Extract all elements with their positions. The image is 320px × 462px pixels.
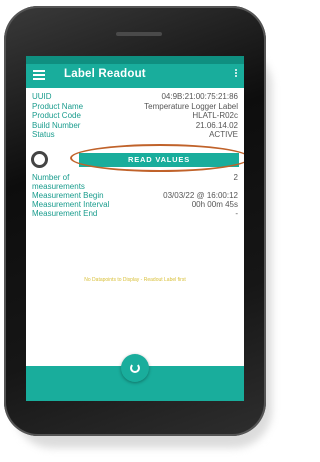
info-row-build-number: Build Number 21.06.14.02 [32, 121, 238, 131]
info-row-status: Status ACTIVE [32, 130, 238, 140]
device-info-list: UUID 04:9B:21:00:75:21:86 Product Name T… [32, 92, 238, 140]
phone-speaker [116, 32, 162, 36]
read-values-button[interactable]: READ VALUES [79, 153, 239, 167]
app-bar: Label Readout [26, 64, 244, 88]
refresh-icon [130, 363, 140, 373]
info-label: Status [32, 130, 55, 139]
hamburger-menu-icon[interactable] [33, 70, 45, 80]
info-row-product-code: Product Code HLATL-R02c [32, 111, 238, 121]
info-label: Product Name [32, 101, 84, 111]
stat-value: 2 [233, 173, 238, 182]
stat-label: Number of [32, 173, 70, 182]
status-value: ACTIVE [209, 130, 238, 139]
page-title: Label Readout [64, 68, 146, 80]
stat-row-interval: Measurement Interval 00h 00m 45s [32, 200, 238, 209]
info-value: 04:9B:21:00:75:21:86 [161, 92, 238, 101]
info-row-uuid: UUID 04:9B:21:00:75:21:86 [32, 92, 238, 102]
refresh-fab-button[interactable] [121, 354, 149, 382]
stat-label: Measurement Interval [32, 200, 110, 209]
stat-value: 03/03/22 @ 16:00:12 [163, 191, 238, 200]
info-label: Build Number [32, 120, 81, 130]
ring-toggle-icon[interactable] [31, 151, 48, 168]
stat-label: Measurement End [32, 209, 98, 218]
info-value: HLATL-R02c [192, 111, 238, 120]
stat-value: - [235, 209, 238, 218]
stat-row-count-line1: Number of 2 [32, 173, 238, 182]
status-bar [26, 56, 244, 64]
stat-row-end: Measurement End - [32, 209, 238, 218]
stat-label: Measurement Begin [32, 191, 104, 200]
empty-state-message: No Datapoints to Display - Readout Label… [84, 277, 186, 283]
info-value: Temperature Logger Label [144, 101, 238, 111]
stat-label: measurements [32, 182, 85, 191]
measurement-stats: Number of 2 measurements Measurement Beg… [32, 173, 238, 218]
stat-row-count-line2: measurements [32, 182, 238, 191]
info-row-product-name: Product Name Temperature Logger Label [32, 102, 238, 112]
info-label: Product Code [32, 111, 81, 120]
info-label: UUID [32, 92, 52, 101]
app-screen: Label Readout UUID 04:9B:21:00:75:21:86 … [26, 56, 244, 401]
info-value: 21.06.14.02 [195, 120, 238, 130]
phone-frame: Label Readout UUID 04:9B:21:00:75:21:86 … [4, 6, 266, 436]
more-vertical-icon[interactable] [234, 69, 238, 81]
stat-value: 00h 00m 45s [191, 200, 238, 209]
stat-row-begin: Measurement Begin 03/03/22 @ 16:00:12 [32, 191, 238, 200]
